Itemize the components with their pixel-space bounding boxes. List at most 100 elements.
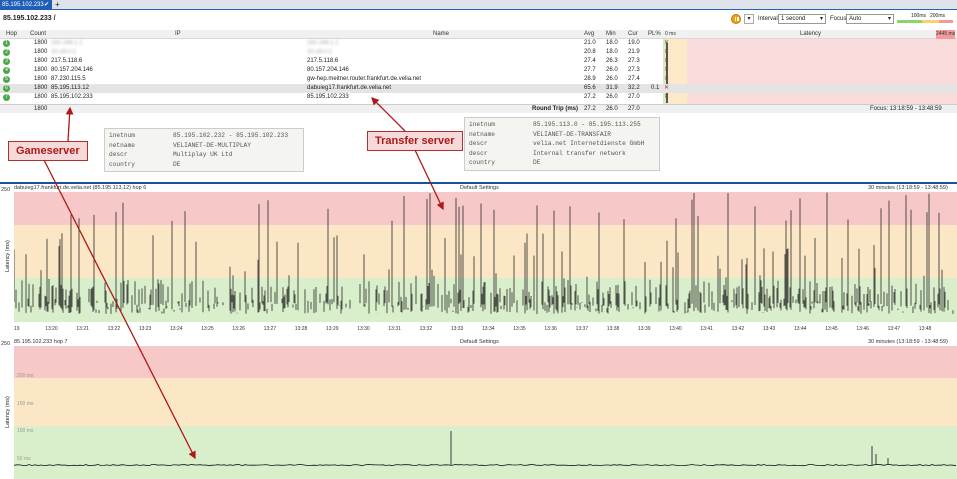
add-tab-button[interactable]: + bbox=[55, 0, 60, 10]
grid-label-200: 200 ms bbox=[17, 373, 34, 379]
header-latency[interactable]: Latency bbox=[800, 30, 821, 39]
pause-button[interactable] bbox=[731, 14, 741, 24]
header-count[interactable]: Count bbox=[30, 30, 46, 39]
header-name[interactable]: Name bbox=[433, 30, 449, 39]
whois-key: inetnum bbox=[109, 132, 135, 139]
cell-ip: 85.195.102.233 bbox=[51, 94, 93, 100]
whois-value: velia.net Internetdienste GmbH bbox=[533, 140, 645, 147]
table-row[interactable]: 7 1800 85.195.102.233 85.195.102.233 27.2 26.… bbox=[0, 93, 957, 102]
whois-value: Internal transfer network bbox=[533, 149, 626, 157]
header-avg[interactable]: Avg bbox=[584, 30, 594, 39]
graph2-title: 85.195.102.233 hop 7 bbox=[14, 339, 68, 345]
x-tick-label: 13:39 bbox=[638, 326, 651, 332]
whois-value: 85.195.102.232 - 85.195.102.233 bbox=[173, 132, 289, 139]
table-row[interactable]: 4 1800 80.157.204.146 80.157.204.146 27.7 26.… bbox=[0, 66, 957, 75]
graph2-settings[interactable]: Default Settings bbox=[460, 338, 499, 346]
graph1-settings[interactable]: Default Settings bbox=[460, 184, 499, 192]
summary-focus: Focus: 13:18:59 - 13:48:59 bbox=[870, 106, 942, 112]
x-tick-label: 13:40 bbox=[669, 326, 682, 332]
whois-row: country DE bbox=[469, 158, 655, 168]
whois-value: DE bbox=[533, 159, 541, 166]
tab-bar: 85.195.102.233 ✔ + bbox=[0, 0, 957, 10]
cell-count: 1800 bbox=[34, 67, 48, 73]
target-address: 85.195.102.233 / bbox=[3, 15, 56, 22]
graph2-plot: 200 ms 150 ms 100 ms 50 ms bbox=[14, 346, 957, 479]
whois-key: country bbox=[469, 159, 495, 166]
x-tick-label: 13:22 bbox=[107, 326, 121, 332]
callout-gameserver: Gameserver bbox=[8, 141, 88, 161]
tab-target[interactable]: 85.195.102.233 ✔ bbox=[0, 0, 52, 10]
cell-ip: 80.157.204.146 bbox=[51, 67, 93, 73]
cell-ip: 87.230.115.5 bbox=[51, 76, 86, 82]
table-row[interactable]: 3 1800 217.5.118.6 217.5.118.6 27.4 26.3 27.3 ✕ bbox=[0, 57, 957, 66]
whois-key: descr bbox=[469, 149, 488, 157]
cell-name: 80.157.204.146 bbox=[307, 67, 349, 73]
cell-name: 217.5.118.6 bbox=[307, 58, 339, 64]
graph2-title-bar: 85.195.102.233 hop 7 Default Settings 30… bbox=[0, 338, 957, 346]
latency-graph-hop7: 85.195.102.233 hop 7 Default Settings 30… bbox=[0, 338, 957, 479]
x-tick-label: 13:35 bbox=[513, 326, 526, 332]
x-tick-label: 13:23 bbox=[138, 326, 152, 332]
whois-row: descr velia.net Internetdienste GmbH bbox=[469, 139, 655, 149]
x-tick-label: 13:45 bbox=[825, 326, 838, 332]
hop-status-icon: 4 bbox=[3, 67, 10, 74]
cell-cur: 27.3 bbox=[628, 67, 640, 73]
cell-name: dabuieg17.frankfurt.de.velia.net bbox=[307, 85, 392, 91]
header-ip[interactable]: IP bbox=[175, 30, 181, 39]
cell-count: 1800 bbox=[34, 49, 48, 55]
focus-label: Focus bbox=[830, 16, 847, 22]
focus-select[interactable]: Auto ▾ bbox=[846, 14, 894, 24]
table-row[interactable]: 6 1800 85.195.113.12 dabuieg17.frankfurt.de… bbox=[0, 84, 957, 93]
grid-label-150: 150 ms bbox=[17, 401, 34, 407]
hop-status-icon: 6 bbox=[3, 85, 10, 92]
whois-value: Multiplay UK Ltd bbox=[173, 151, 233, 158]
whois-row: netname VELIANET-DE-TRANSFAIR bbox=[469, 130, 655, 140]
header-min[interactable]: Min bbox=[606, 30, 616, 39]
cell-cur: 32.2 bbox=[628, 85, 640, 91]
cell-name: 10.24.0.1 bbox=[307, 49, 333, 55]
header-cur[interactable]: Cur bbox=[628, 30, 638, 39]
x-tick-label: 13:38 bbox=[606, 326, 620, 332]
x-tick-label: 13:27 bbox=[263, 326, 277, 332]
grid-label-50: 50 ms bbox=[17, 456, 31, 462]
table-row[interactable]: 5 1800 87.230.115.5 gw-hep.meitner.router.f… bbox=[0, 75, 957, 84]
whois-row: country DE bbox=[109, 160, 299, 170]
whois-row: netname VELIANET-DE-MULTIPLAY bbox=[109, 141, 299, 151]
latency-marker-icon: ✕ bbox=[664, 49, 670, 55]
whois-row: inetnum 85.195.113.0 - 85.195.113.255 bbox=[469, 120, 655, 130]
x-tick-label: 13:43 bbox=[762, 326, 776, 332]
table-header: Hop Count IP Name Avg Min Cur PL% 0 ms L… bbox=[0, 30, 957, 39]
table-row[interactable]: 1 1800 192.168.1.1 192.168.1.1 21.0 18.0 19.0 ✕ bbox=[0, 39, 957, 48]
hop-status-icon: 7 bbox=[3, 94, 10, 101]
x-tick-label: 13:44 bbox=[794, 326, 807, 332]
grid-label-100: 100 ms bbox=[17, 428, 34, 434]
cell-min: 26.3 bbox=[606, 58, 618, 64]
cell-name: gw-hep.meitner.router.frankfurt.de.velia… bbox=[307, 76, 422, 82]
focus-value: Auto bbox=[849, 16, 862, 22]
scale-low: 100ms bbox=[911, 13, 927, 19]
cell-name: 192.168.1.1 bbox=[307, 40, 339, 46]
cell-avg: 27.2 bbox=[584, 94, 596, 100]
x-tick-label: 13:33 bbox=[450, 326, 464, 332]
cell-min: 26.0 bbox=[606, 94, 618, 100]
graph2-range: 30 minutes (13:18:59 - 13:48:59) bbox=[868, 339, 948, 345]
header-pl[interactable]: PL% bbox=[648, 30, 661, 39]
cell-cur: 19.0 bbox=[628, 40, 640, 46]
x-tick-label: 13:21 bbox=[76, 326, 89, 332]
x-tick-label: 13:30 bbox=[357, 326, 370, 332]
latency-marker-icon: ✕ bbox=[664, 67, 670, 73]
latency-scale: 100ms 200ms bbox=[897, 13, 953, 25]
interval-select[interactable]: 1 second ▾ bbox=[778, 14, 826, 24]
chevron-down-icon[interactable]: ▾ bbox=[744, 14, 754, 24]
x-tick-label: 13:46 bbox=[856, 326, 869, 332]
cell-ip: 85.195.113.12 bbox=[51, 85, 89, 91]
x-tick-label: 13:26 bbox=[232, 326, 245, 332]
header-hop[interactable]: Hop bbox=[6, 30, 17, 39]
interval-value: 1 second bbox=[781, 16, 806, 22]
whois-key: netname bbox=[109, 141, 135, 149]
cell-min: 18.0 bbox=[606, 49, 618, 55]
table-row[interactable]: 2 1800 10.24.0.1 10.24.0.1 20.8 18.0 21.9 ✕ bbox=[0, 48, 957, 57]
latency-graph-hop6: dabuieg17.frankfurt.de.velia.net (85.195… bbox=[0, 184, 957, 340]
graph-title-bar: dabuieg17.frankfurt.de.velia.net (85.195… bbox=[0, 184, 957, 192]
callout-transfer: Transfer server bbox=[367, 131, 463, 151]
